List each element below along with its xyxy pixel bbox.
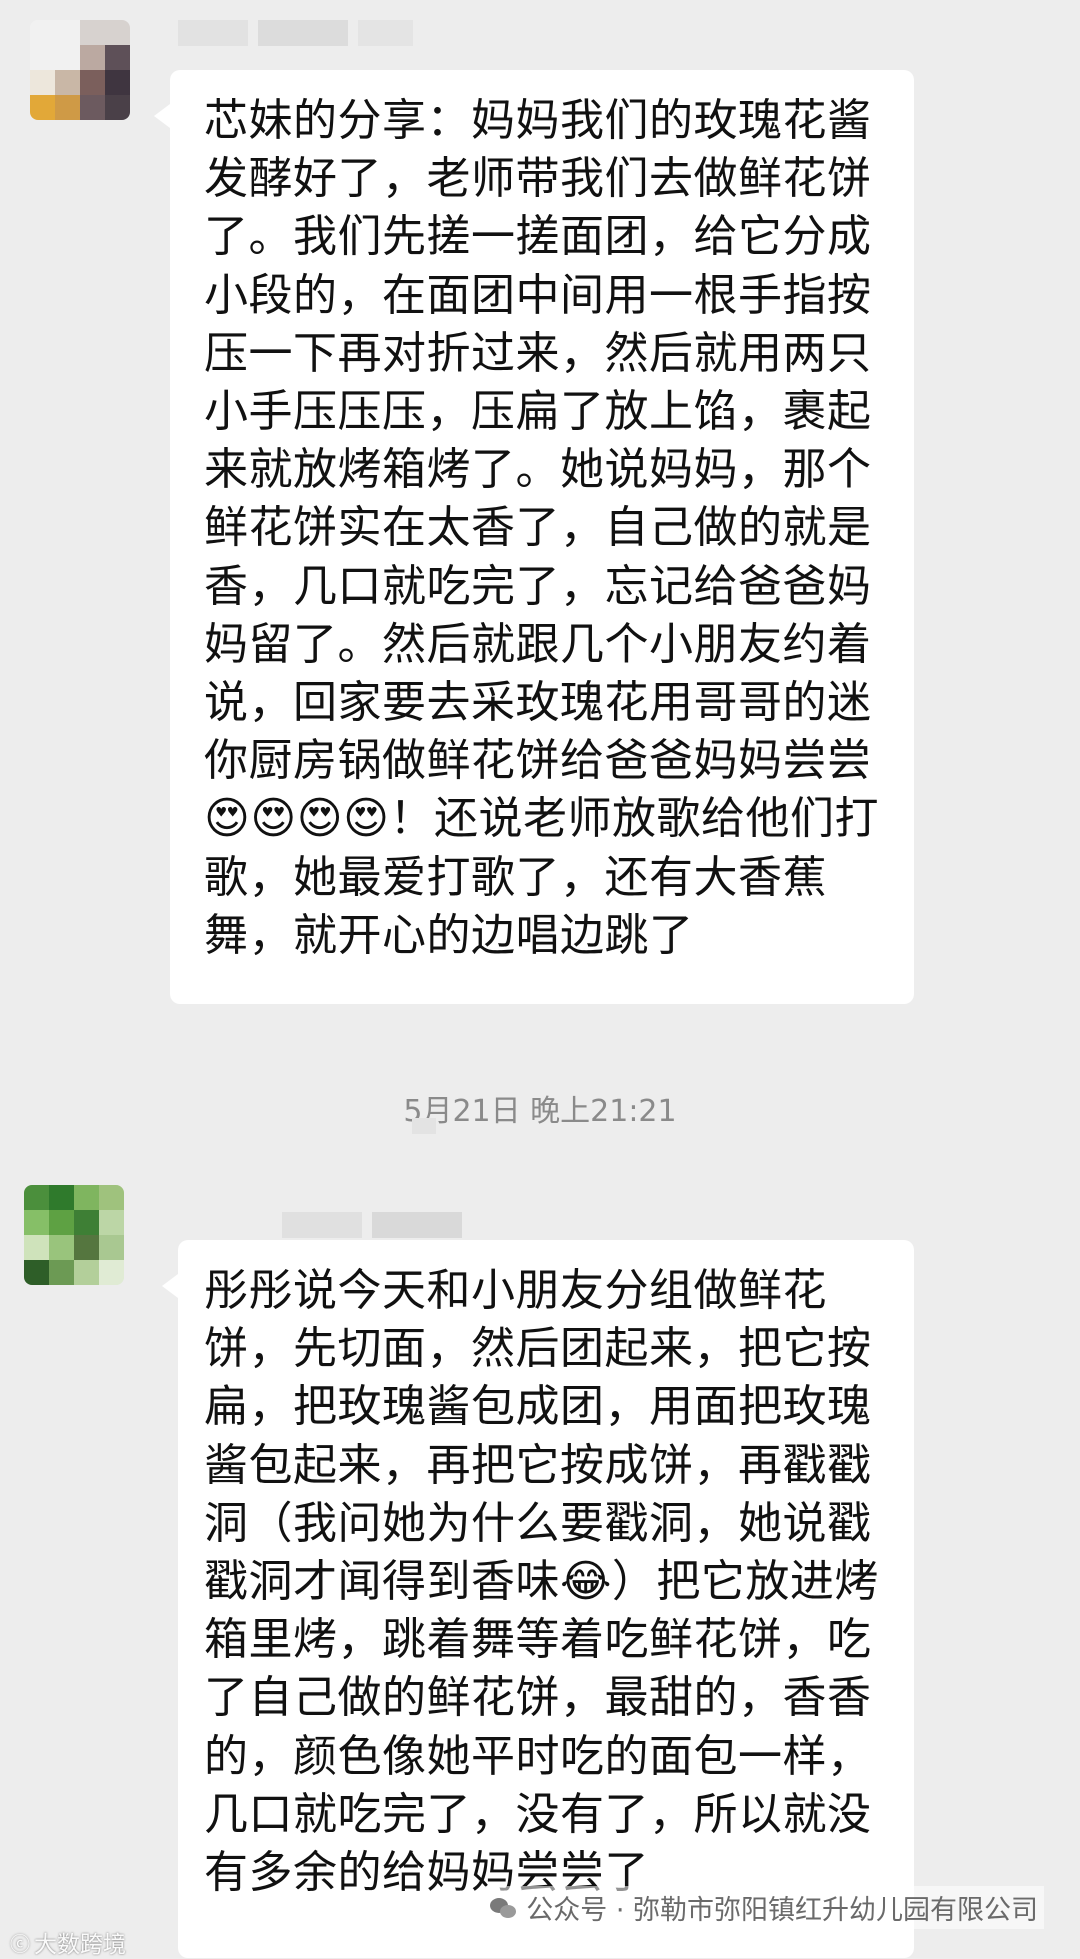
avatar-mosaic-cell (24, 1210, 49, 1235)
avatar-mosaic-cell (80, 70, 105, 95)
avatar-mosaic-cell (30, 20, 80, 70)
avatar[interactable] (30, 20, 130, 120)
avatar-mosaic-cell (80, 45, 105, 70)
message-bubble[interactable]: 彤彤说今天和小朋友分组做鲜花饼，先切面，然后团起来，把它按扁，把玫瑰酱包成团，用… (162, 1240, 914, 1958)
avatar-mosaic-cell (30, 70, 55, 95)
avatar-mosaic-cell (105, 45, 130, 70)
avatar-mosaic-cell (99, 1210, 124, 1235)
avatar-mosaic-cell (105, 95, 130, 120)
timestamp-mosaic (412, 1118, 436, 1134)
watermark-official-account-text: 公众号 · 弥勒市弥阳镇红升幼儿园有限公司 (526, 1895, 1038, 1926)
brand-logo-icon: ⓒ (10, 1931, 30, 1956)
avatar-mosaic-cell (80, 20, 130, 45)
avatar-mosaic-cell (80, 95, 105, 120)
avatar-mosaic-cell (74, 1260, 99, 1285)
watermark-brand: ⓒ 大数跨境 (10, 1925, 126, 1959)
avatar-mosaic-cell (74, 1235, 99, 1260)
avatar-mosaic-cell (99, 1185, 124, 1210)
avatar-mosaic-cell (99, 1235, 124, 1260)
message-text: 彤彤说今天和小朋友分组做鲜花饼，先切面，然后团起来，把它按扁，把玫瑰酱包成团，用… (204, 1265, 879, 1899)
avatar-mosaic-cell (99, 1260, 124, 1285)
avatar-mosaic-cell (24, 1235, 49, 1260)
sender-name-mosaic (282, 1212, 362, 1238)
sender-name-mosaic (258, 20, 348, 46)
avatar-mosaic-cell (49, 1210, 74, 1235)
message-bubble[interactable]: 芯妹的分享：妈妈我们的玫瑰花酱发酵好了，老师带我们去做鲜花饼了。我们先搓一搓面团… (154, 70, 914, 1004)
avatar-mosaic-cell (55, 70, 80, 95)
avatar-mosaic-cell (49, 1185, 74, 1210)
sender-name-mosaic (178, 20, 248, 46)
avatar-mosaic-cell (105, 70, 130, 95)
avatar-mosaic-cell (49, 1235, 74, 1260)
watermark-official-account: 公众号 · 弥勒市弥阳镇红升幼儿园有限公司 (484, 1886, 1044, 1929)
avatar-mosaic-cell (24, 1185, 49, 1210)
timestamp: 5月21日 晚上21:21 (403, 1094, 677, 1129)
avatar-mosaic-cell (74, 1210, 99, 1235)
sender-name-mosaic (358, 20, 413, 46)
avatar-mosaic-cell (74, 1185, 99, 1210)
avatar-mosaic-cell (30, 95, 55, 120)
avatar-mosaic-cell (24, 1260, 49, 1285)
avatar-mosaic-cell (55, 95, 80, 120)
message-text: 芯妹的分享：妈妈我们的玫瑰花酱发酵好了，老师带我们去做鲜花饼了。我们先搓一搓面团… (204, 95, 879, 961)
avatar[interactable] (24, 1185, 124, 1285)
watermark-brand-text: 大数跨境 (34, 1932, 126, 1958)
avatar-mosaic-cell (49, 1260, 74, 1285)
wechat-icon (490, 1896, 518, 1920)
sender-name-mosaic (372, 1212, 462, 1238)
